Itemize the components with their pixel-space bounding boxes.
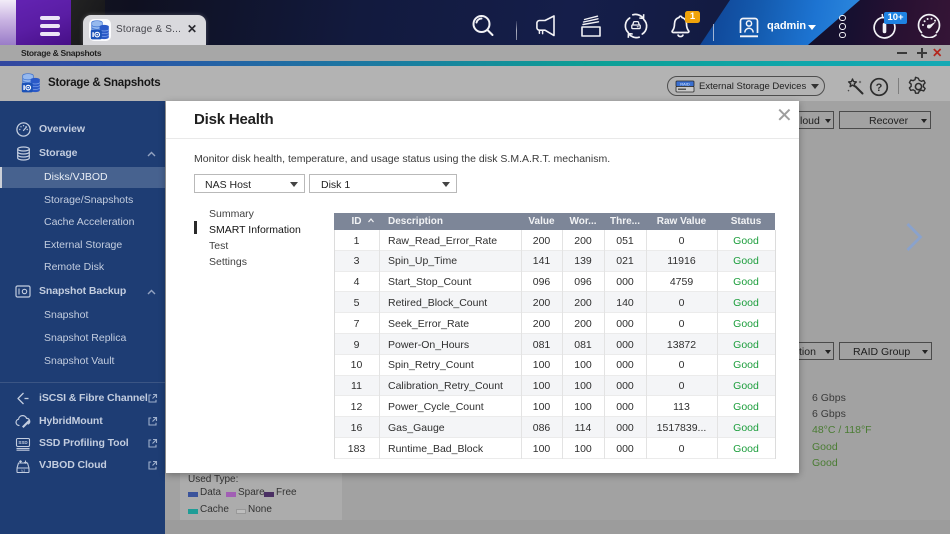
svg-text:SSD: SSD <box>18 440 28 445</box>
svg-text:RAID: RAID <box>680 82 690 87</box>
svg-text:VJ: VJ <box>21 468 25 472</box>
svg-text:?: ? <box>876 82 883 94</box>
